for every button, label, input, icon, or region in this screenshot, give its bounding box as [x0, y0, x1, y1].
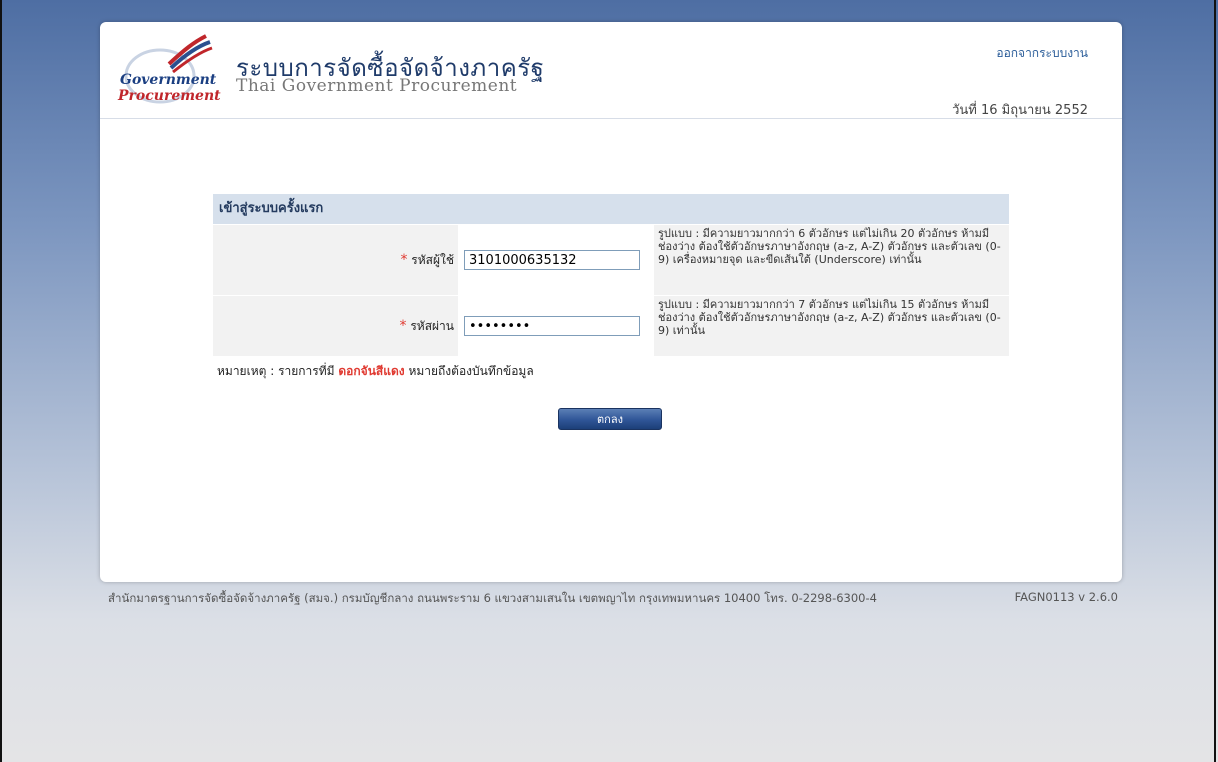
page-header: Government Procurement ระบบการจัดซื้อจัด… — [100, 22, 1122, 119]
note-prefix: หมายเหตุ : รายการที่มี — [217, 364, 335, 378]
login-form-table: * รหัสผู้ใช้ รูปแบบ : มีความยาวมากกว่า 6… — [213, 224, 1009, 356]
password-hint: รูปแบบ : มีความยาวมากกว่า 7 ตัวอักษร แต่… — [654, 295, 1009, 356]
main-card: Government Procurement ระบบการจัดซื้อจัด… — [100, 22, 1122, 582]
logo-text-government: Government — [120, 72, 217, 88]
app-version: FAGN0113 v 2.6.0 — [1014, 590, 1118, 604]
site-title-english: Thai Government Procurement — [236, 76, 518, 96]
footer-address: สำนักมาตรฐานการจัดซื้อจัดจ้างภาครัฐ (สมจ… — [108, 591, 877, 605]
required-asterisk: * — [400, 251, 408, 268]
required-asterisk: * — [399, 317, 407, 334]
current-date: วันที่ 16 มิถุนายน 2552 — [952, 103, 1088, 118]
username-field-cell — [458, 224, 654, 296]
form-title: เข้าสู่ระบบครั้งแรก — [213, 194, 1009, 224]
logo-text-procurement: Procurement — [118, 88, 221, 104]
username-row: * รหัสผู้ใช้ รูปแบบ : มีความยาวมากกว่า 6… — [213, 224, 1009, 296]
page-footer: สำนักมาตรฐานการจัดซื้อจัดจ้างภาครัฐ (สมจ… — [108, 590, 1118, 608]
password-label-cell: * รหัสผ่าน — [213, 295, 458, 356]
password-label: รหัสผ่าน — [410, 318, 454, 333]
logout-link[interactable]: ออกจากระบบงาน — [996, 44, 1088, 63]
username-label: รหัสผู้ใช้ — [411, 252, 454, 267]
gprocurement-logo: Government Procurement — [114, 32, 224, 106]
password-row: * รหัสผ่าน รูปแบบ : มีความยาวมากกว่า 7 ต… — [213, 295, 1009, 356]
first-login-form: เข้าสู่ระบบครั้งแรก * รหัสผู้ใช้ รูปแบบ … — [213, 194, 1009, 381]
required-note: หมายเหตุ : รายการที่มี ดอกจันสีแดง หมายถ… — [213, 362, 1009, 381]
username-label-cell: * รหัสผู้ใช้ — [213, 224, 458, 296]
note-highlight: ดอกจันสีแดง — [338, 364, 405, 378]
username-input[interactable] — [464, 250, 640, 270]
username-hint: รูปแบบ : มีความยาวมากกว่า 6 ตัวอักษร แต่… — [654, 224, 1009, 296]
password-input[interactable] — [464, 316, 640, 336]
password-field-cell — [458, 295, 654, 356]
ok-button[interactable]: ตกลง — [558, 408, 662, 430]
note-suffix: หมายถึงต้องบันทึกข้อมูล — [408, 364, 534, 378]
